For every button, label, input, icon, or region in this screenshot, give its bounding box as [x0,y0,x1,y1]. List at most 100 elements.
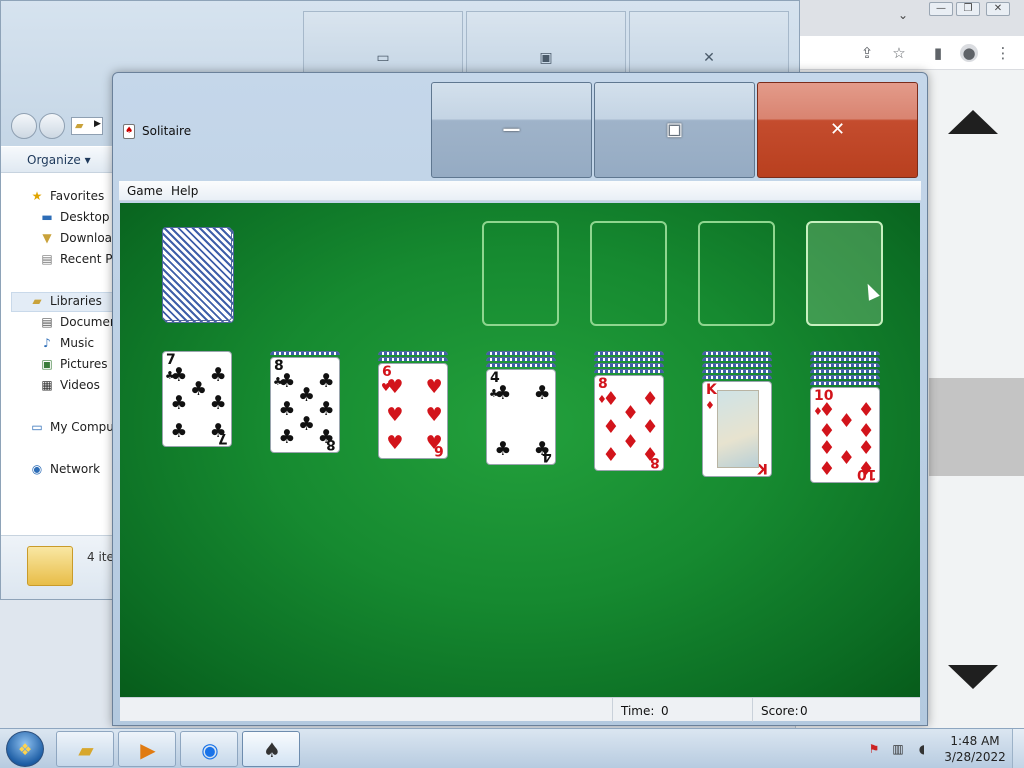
nav-documents[interactable]: ▤ Documen [39,313,117,331]
network-tray-icon[interactable]: ▥ [890,741,906,757]
nav-favorites[interactable]: ★ Favorites [29,187,105,205]
card-pip-icon: ♣ [533,438,551,461]
nav-pictures[interactable]: ▣ Pictures [39,355,107,373]
sidebar-icon[interactable]: ▮ [929,44,947,62]
minimize-button[interactable]: — [431,82,592,178]
profile-icon[interactable]: ● [960,44,978,62]
organize-button[interactable]: Organize ▾ [27,153,91,167]
windows-logo-icon: ❖ [17,740,33,759]
taskbar-solitaire-button[interactable]: ♠ [242,731,300,767]
face-down-card [702,363,772,367]
card-pip-icon: ♦ [622,401,640,424]
nav-videos[interactable]: ▦ Videos [39,376,100,394]
explorer-minimize-button[interactable]: ▭ [303,11,463,73]
navigation-pane: ★ Favorites ▬ Desktop ▼ Download ▤ Recent Pl… [1,175,123,535]
tableau-card[interactable]: 6 ♥ 6 ♥ ♥ ♥ ♥ ♥ ♥ [378,363,448,459]
tab-search-chevron-icon[interactable]: ⌄ [898,8,908,22]
menu-help[interactable]: Help [171,184,198,198]
action-center-icon[interactable]: ⚑ [866,741,882,757]
tableau-card[interactable]: K ♦ K [702,381,772,477]
tableau-card[interactable]: 8 ♣ 8 ♣ ♣ ♣ ♣ ♣ ♣ ♣ ♣ [270,357,340,453]
recent-places-icon: ▤ [41,252,53,266]
card-pip-icon: ♦ [838,410,856,433]
nav-music[interactable]: ♪ Music [39,334,94,352]
chrome-minimize-icon[interactable]: — [929,2,953,16]
foundation-slot[interactable] [590,221,667,326]
nav-downloads[interactable]: ▼ Download [39,229,119,247]
nav-my-computer[interactable]: ▭ My Comput [29,418,118,436]
card-pip-icon: ♥ [386,404,404,427]
taskbar-media-player-button[interactable]: ▶ [118,731,176,767]
tableau-card[interactable]: 8 ♦ 8 ♦ ♦ ♦ ♦ ♦ ♦ ♦ ♦ [594,375,664,471]
tableau-card[interactable]: 10 ♦ 10 ♦ ♦ ♦ ♦ ♦ ♦ ♦ ♦ ♦ ♦ [810,387,880,483]
face-down-card [810,357,880,361]
start-button[interactable]: ❖ [6,731,44,767]
close-button[interactable]: ✕ [757,82,918,178]
nav-recent-places[interactable]: ▤ Recent Pla [39,250,123,268]
maximize-button[interactable]: ▣ [594,82,755,178]
nav-desktop[interactable]: ▬ Desktop [39,208,109,226]
tableau-card[interactable]: 7 ♣ 7 ♣ ♣ ♣ ♣ ♣ ♣ ♣ [162,351,232,447]
volume-icon[interactable]: ◖ [914,741,930,757]
scroll-down-arrow-icon[interactable] [948,665,998,689]
card-pip-icon: ♥ [386,376,404,399]
back-arrow-icon[interactable] [11,113,37,139]
solitaire-title-bar[interactable]: ♠ Solitaire — ▣ ✕ [113,73,927,181]
time-label: Time: [621,704,655,718]
star-icon[interactable]: ☆ [890,44,908,62]
face-down-card [810,351,880,355]
face-down-card [594,369,664,373]
star-icon: ★ [31,189,43,203]
nav-network[interactable]: ◉ Network [29,460,100,478]
card-pip-icon: ♣ [170,364,188,387]
nav-label: Favorites [50,189,105,203]
menu-icon[interactable]: ⋮ [994,44,1012,62]
chrome-tab-bar: — ❐ ✕ ⌄ [796,0,1024,36]
card-pip-icon: ♥ [425,432,443,455]
chrome-toolbar: ⇪ ☆ ▮ ● ⋮ [796,36,1024,70]
menu-game[interactable]: Game [127,184,163,198]
taskbar-chrome-button[interactable]: ◉ [180,731,238,767]
face-down-card [810,363,880,367]
time-panel: Time: 0 [612,698,752,722]
card-pip-icon: ♣ [278,398,296,421]
game-table[interactable]: 7 ♣ 7 ♣ ♣ ♣ ♣ ♣ ♣ ♣ 8 ♣ 8 ♣ ♣ ♣ ♣ ♣ ♣ ♣ ♣ 6 ♥ 6 ♥ ♥ ♥ ♥ ♥ ♥ 4 ♣ 4 ♣ ♣ ♣ ♣ 8 ♦ 8… [120,203,920,697]
score-value: 0 [800,704,808,718]
breadcrumb-arrow-icon[interactable]: ▶ [94,119,101,129]
tableau-card[interactable]: 4 ♣ 4 ♣ ♣ ♣ ♣ [486,369,556,465]
card-pip-icon: ♦ [857,458,875,481]
clock-time[interactable]: 1:48 AM [948,734,1002,748]
card-pip-icon: ♦ [857,436,875,459]
nav-label: Videos [60,378,100,392]
media-player-icon: ▶ [140,738,156,762]
explorer-navigation: ▰ ▶ [9,113,109,139]
scroll-up-arrow-icon[interactable] [948,110,998,134]
show-desktop-button[interactable] [1012,729,1024,768]
share-icon[interactable]: ⇪ [858,44,876,62]
card-pip-icon: ♦ [818,458,836,481]
address-bar[interactable]: ▰ ▶ [71,117,103,135]
card-pip-icon: ♣ [209,392,227,415]
stock-pile-top-card[interactable] [162,227,232,321]
face-down-card [702,357,772,361]
face-down-card [594,351,664,355]
forward-arrow-icon[interactable] [39,113,65,139]
nav-libraries[interactable]: ▰ Libraries [29,292,101,310]
card-pip-icon: ♦ [622,430,640,453]
face-down-card [486,363,556,367]
explorer-maximize-button[interactable]: ▣ [466,11,626,73]
card-pip-icon: ♥ [386,432,404,455]
face-down-card [486,357,556,361]
taskbar-explorer-button[interactable]: ▰ [56,731,114,767]
face-down-card [270,351,340,355]
explorer-close-button[interactable]: ✕ [629,11,789,73]
face-down-card [486,351,556,355]
clock-date[interactable]: 3/28/2022 [942,750,1008,764]
foundation-slot[interactable] [482,221,559,326]
chrome-restore-icon[interactable]: ❐ [956,2,980,16]
chrome-close-icon[interactable]: ✕ [986,2,1010,16]
foundation-slot[interactable] [698,221,775,326]
foundation-slot[interactable] [806,221,883,326]
close-icon: ✕ [829,119,846,140]
card-suit-icon: ♦ [705,399,715,412]
